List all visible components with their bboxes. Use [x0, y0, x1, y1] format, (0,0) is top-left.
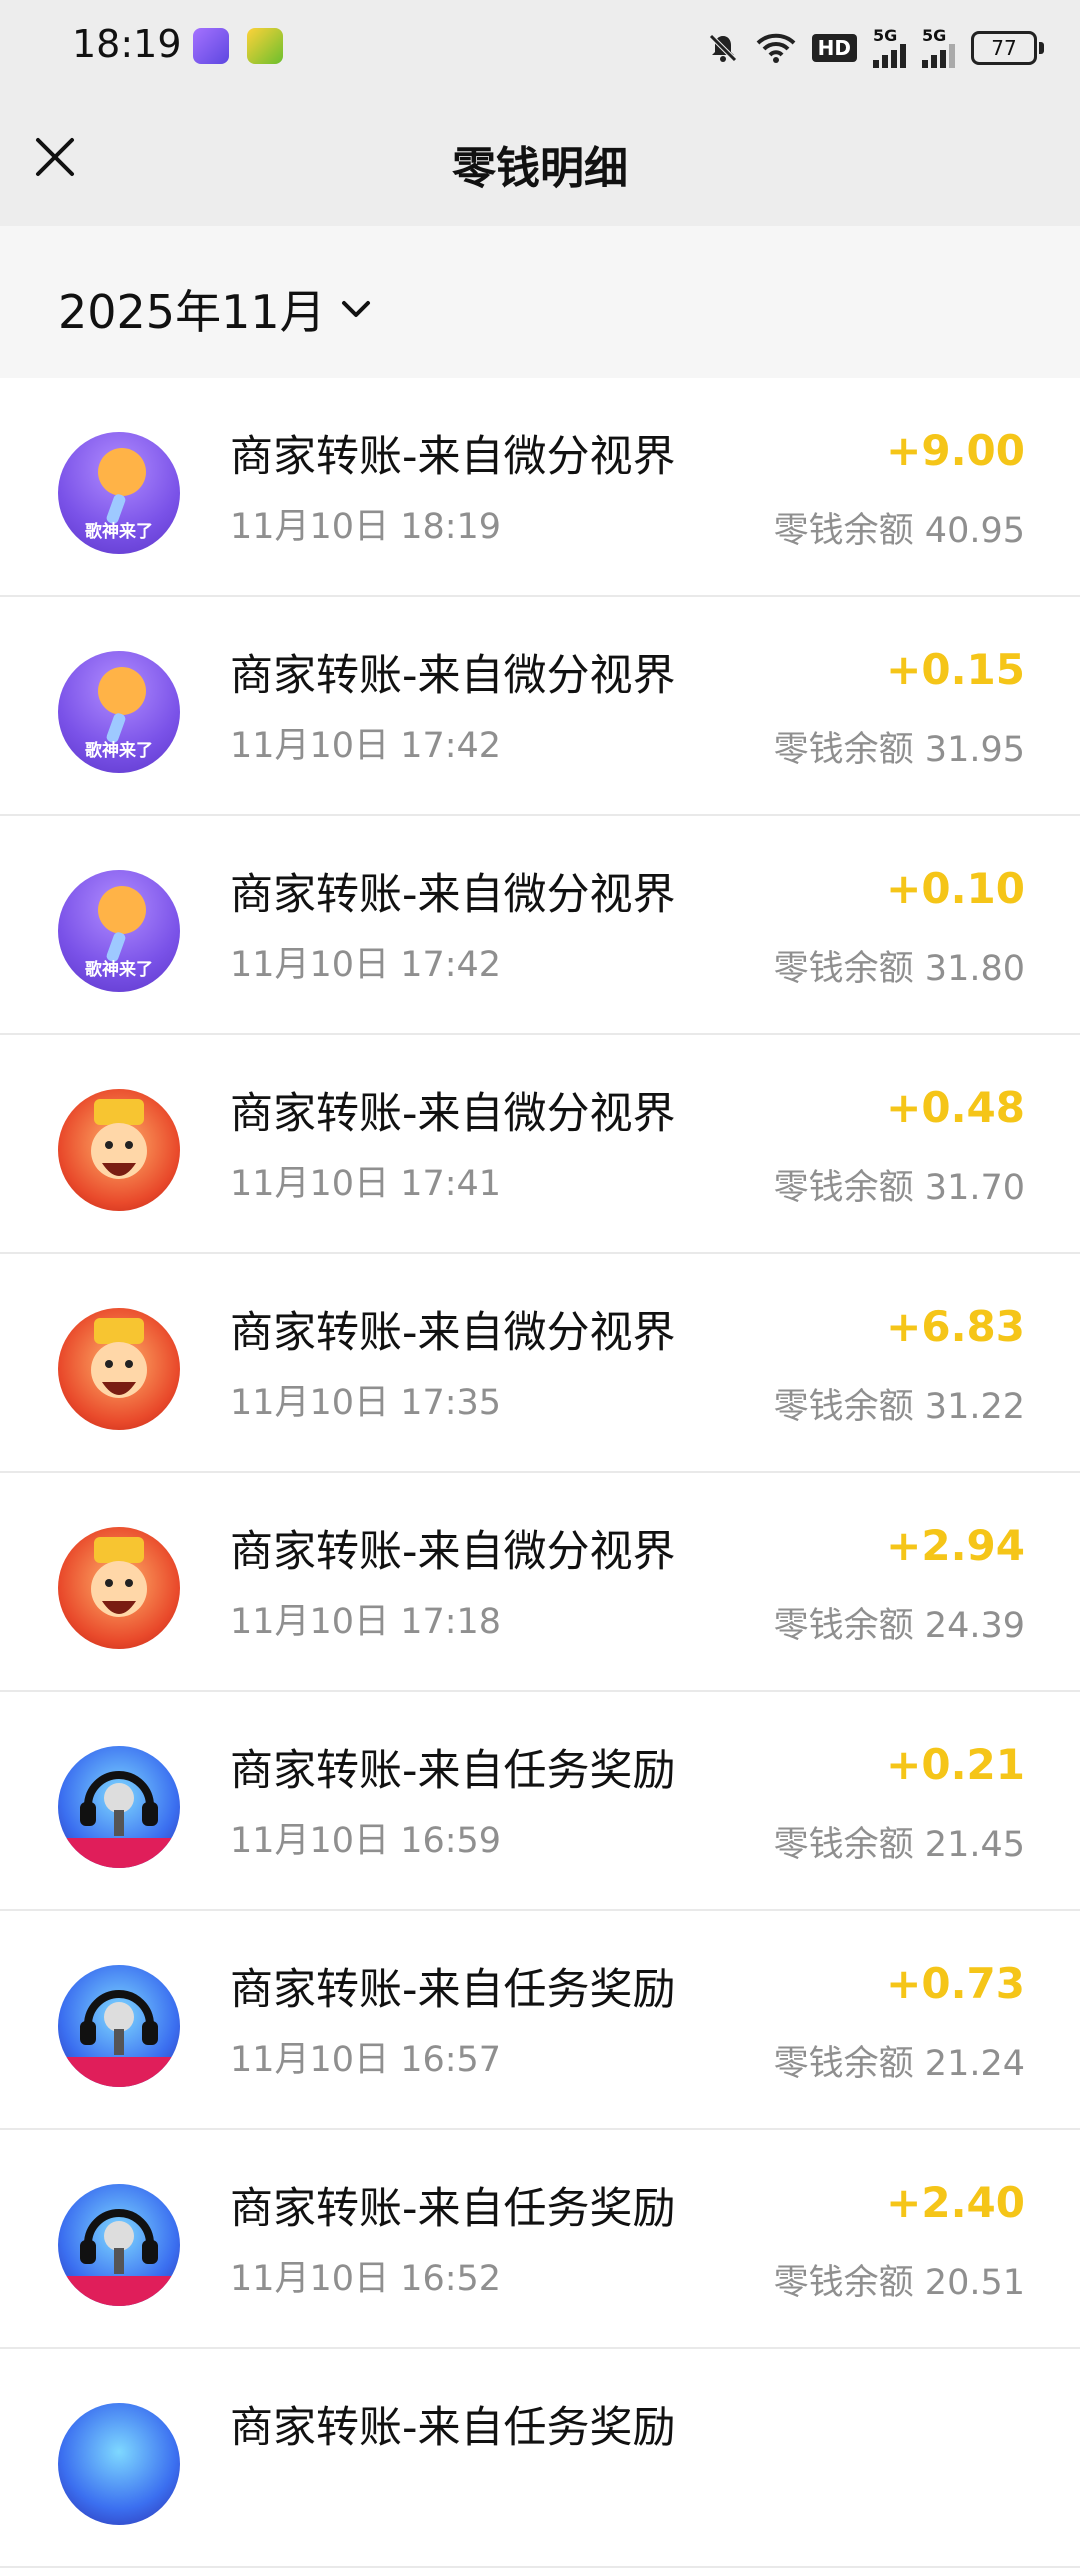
fortune-god-icon: [58, 1308, 180, 1430]
transaction-amount: +2.40: [886, 2178, 1025, 2227]
transaction-title: 商家转账-来自任务奖励: [230, 2403, 676, 2453]
avatar-label: 歌神来了: [85, 960, 153, 980]
status-bar: 18:19 HD 5G 5G 77: [0, 0, 1080, 96]
transaction-amount: +6.83: [886, 1302, 1025, 1351]
transaction-time: 11月10日 17:35: [230, 1383, 502, 1423]
fortune-god-icon: [58, 1527, 180, 1649]
transaction-balance: 零钱余额 20.51: [773, 2263, 1025, 2303]
transaction-row[interactable]: 商家转账-来自任务奖励 11月10日 16:59 +0.21 零钱余额 21.4…: [0, 1692, 1080, 1911]
transaction-row[interactable]: 商家转账-来自任务奖励 11月10日 16:57 +0.73 零钱余额 21.2…: [0, 1911, 1080, 2130]
singer-app-icon: 歌神来了: [58, 651, 180, 773]
transaction-title: 商家转账-来自微分视界: [230, 1089, 676, 1139]
transaction-title: 商家转账-来自微分视界: [230, 1308, 676, 1358]
avatar-label: 歌神来了: [85, 522, 153, 542]
transaction-balance: 零钱余额 31.22: [773, 1387, 1025, 1427]
microphone-app-icon: [58, 2184, 180, 2306]
month-filter-bar: 2025年11月: [0, 226, 1080, 378]
transaction-amount: +2.94: [886, 1521, 1025, 1570]
singer-app-icon: 歌神来了: [58, 432, 180, 554]
transaction-row[interactable]: 商家转账-来自任务奖励 11月10日 16:52 +2.40 零钱余额 20.5…: [0, 2130, 1080, 2349]
battery-icon: 77: [971, 31, 1044, 65]
wifi-icon: [756, 33, 796, 63]
transaction-time: 11月10日 16:59: [230, 1821, 502, 1861]
transaction-time: 11月10日 17:42: [230, 945, 502, 985]
cell-signal-icon: 5G: [922, 28, 955, 68]
transaction-time: 11月10日 17:41: [230, 1164, 502, 1204]
transaction-amount: +0.15: [886, 645, 1025, 694]
transaction-balance: 零钱余额 21.24: [773, 2044, 1025, 2084]
transaction-title: 商家转账-来自微分视界: [230, 651, 676, 701]
microphone-app-icon: [58, 1965, 180, 2087]
transaction-balance: 零钱余额 31.95: [773, 730, 1025, 770]
transaction-time: 11月10日 17:42: [230, 726, 502, 766]
mute-bell-icon: [708, 34, 737, 62]
microphone-app-icon: [58, 2403, 180, 2525]
status-icons: HD 5G 5G 77: [706, 26, 1044, 70]
transaction-balance: 零钱余额 21.45: [773, 1825, 1025, 1865]
transaction-balance: 零钱余额 40.95: [773, 511, 1025, 551]
transaction-row[interactable]: 商家转账-来自微分视界 11月10日 17:18 +2.94 零钱余额 24.3…: [0, 1473, 1080, 1692]
battery-level: 77: [991, 36, 1017, 60]
transaction-balance: 零钱余额 31.80: [773, 949, 1025, 989]
transaction-list: 歌神来了 商家转账-来自微分视界 11月10日 18:19 +9.00 零钱余额…: [0, 378, 1080, 2568]
transaction-amount: +0.10: [886, 864, 1025, 913]
month-selector[interactable]: 2025年11月: [58, 276, 372, 342]
transaction-title: 商家转账-来自微分视界: [230, 432, 676, 482]
avatar-label: 歌神来了: [85, 741, 153, 761]
transaction-row[interactable]: 歌神来了 商家转账-来自微分视界 11月10日 17:42 +0.10 零钱余额…: [0, 816, 1080, 1035]
title-bar: 零钱明细: [0, 96, 1080, 226]
transaction-title: 商家转账-来自任务奖励: [230, 1965, 676, 2015]
month-label: 2025年11月: [58, 285, 326, 339]
transaction-title: 商家转账-来自任务奖励: [230, 1746, 676, 1796]
transaction-row[interactable]: 商家转账-来自微分视界 11月10日 17:41 +0.48 零钱余额 31.7…: [0, 1035, 1080, 1254]
transaction-title: 商家转账-来自微分视界: [230, 1527, 676, 1577]
transaction-amount: +0.73: [886, 1959, 1025, 2008]
transaction-time: 11月10日 16:57: [230, 2040, 502, 2080]
transaction-row[interactable]: 商家转账-来自任务奖励: [0, 2349, 1080, 2568]
chevron-down-icon: [341, 301, 370, 317]
transaction-time: 11月10日 18:19: [230, 507, 502, 547]
transaction-balance: 零钱余额 24.39: [773, 1606, 1025, 1646]
status-time: 18:19: [72, 22, 182, 66]
transaction-amount: +0.21: [886, 1740, 1025, 1789]
singer-app-icon: 歌神来了: [58, 870, 180, 992]
fortune-god-icon: [58, 1089, 180, 1211]
page-title: 零钱明细: [452, 143, 628, 194]
transaction-amount: +9.00: [886, 426, 1025, 475]
transaction-title: 商家转账-来自微分视界: [230, 870, 676, 920]
notification-app-icon: [247, 28, 283, 64]
cell-signal-icon: 5G: [873, 28, 906, 68]
transaction-amount: +0.48: [886, 1083, 1025, 1132]
transaction-row[interactable]: 歌神来了 商家转账-来自微分视界 11月10日 17:42 +0.15 零钱余额…: [0, 597, 1080, 816]
hd-icon: HD: [811, 34, 857, 62]
transaction-title: 商家转账-来自任务奖励: [230, 2184, 676, 2234]
transaction-time: 11月10日 17:18: [230, 1602, 502, 1642]
notification-app-icon: [193, 28, 229, 64]
transaction-balance: 零钱余额 31.70: [773, 1168, 1025, 1208]
transaction-time: 11月10日 16:52: [230, 2259, 502, 2299]
microphone-app-icon: [58, 1746, 180, 1868]
transaction-row[interactable]: 歌神来了 商家转账-来自微分视界 11月10日 18:19 +9.00 零钱余额…: [0, 378, 1080, 597]
transaction-row[interactable]: 商家转账-来自微分视界 11月10日 17:35 +6.83 零钱余额 31.2…: [0, 1254, 1080, 1473]
